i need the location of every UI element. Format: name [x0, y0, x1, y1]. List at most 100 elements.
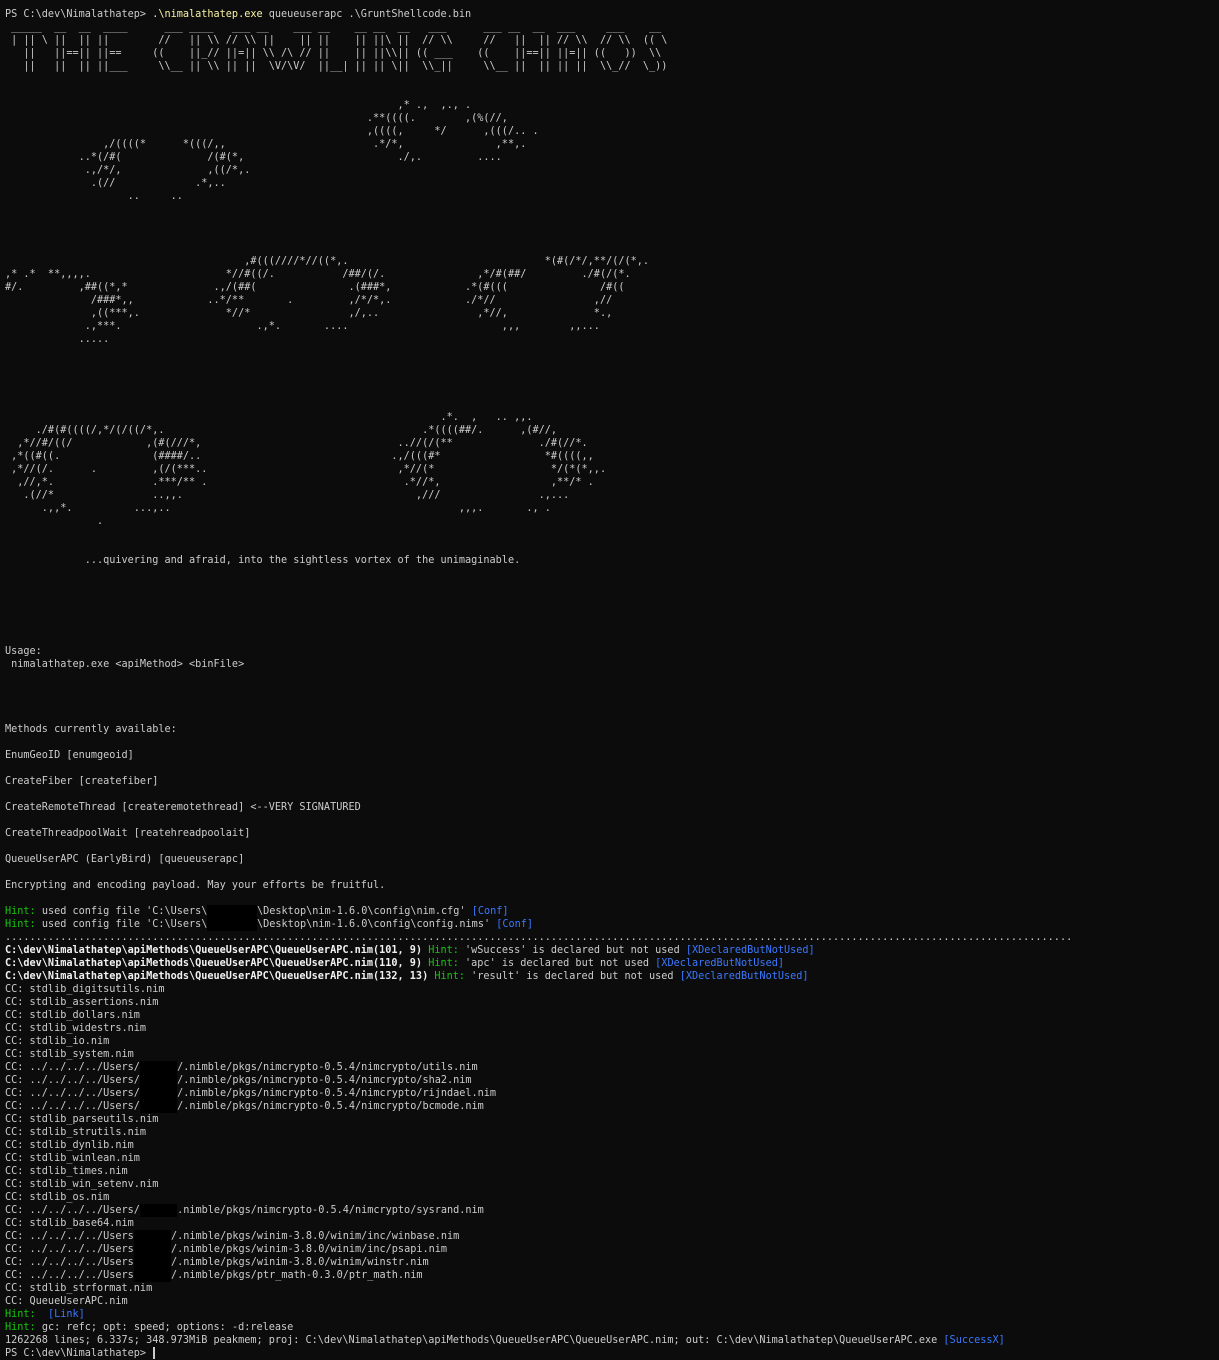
cc-text: CC: stdlib_winlean.nim — [5, 1153, 140, 1164]
cc-path: /.nimble/pkgs/winim-3.8.0/winim/winstr.n… — [171, 1257, 429, 1268]
cc-text: CC: QueueUserAPC.nim — [5, 1296, 128, 1307]
banner-line: || || || ||___ \\__ || \\ || || \V/\V/ |… — [5, 61, 668, 72]
redacted-username — [133, 1230, 171, 1243]
cc-text: CC: stdlib_strutils.nim — [5, 1127, 147, 1138]
art-line: ,/((((* *(((/,, .*/*, ,**,. — [5, 139, 527, 150]
cc-line: CC: stdlib_os.nim — [5, 1191, 1219, 1204]
final-prompt-line[interactable]: PS C:\dev\Nimalathatep> — [5, 1347, 1219, 1360]
cc-line: CC: ../../../../Users /.nimble/pkgs/winim… — [5, 1243, 1219, 1256]
art-line: ,* ., ,., . — [5, 100, 472, 111]
art-line: ,*//(/. . ,(/(***.. ,*//(* */(*(*,,. — [5, 464, 607, 475]
hint-label: Hint: — [5, 1309, 42, 1320]
art-line: ,* .* **,,,,. *//#((/. /##/(/. ,*/#(##/ … — [5, 269, 631, 280]
art-line: ,((***,. *//* ,/,.. ,*//, *., — [5, 308, 613, 319]
config-path-end: \Desktop\nim-1.6.0\config\config.nims' — [257, 919, 497, 930]
art-line: .*. , .. ,,. — [5, 412, 533, 423]
art-line: . — [5, 516, 104, 527]
cc-line: CC: ../../../../Users /.nimble/pkgs/winim… — [5, 1230, 1219, 1243]
art-line: ./#(#((((/,*/(/((/*,. .*((((##/. ,(#//, — [5, 425, 558, 436]
warning-tag: [XDeclaredButNotUsed] — [655, 958, 784, 969]
cc-text: CC: stdlib_times.nim — [5, 1166, 128, 1177]
art-line: .,/*/, ,((/*,. — [5, 165, 251, 176]
final-prompt: PS C:\dev\Nimalathatep> — [5, 1348, 153, 1359]
cc-line: CC: stdlib_dollars.nim — [5, 1009, 1219, 1022]
usage-title: Usage: — [5, 646, 42, 657]
art-line: ..... — [5, 334, 110, 345]
cc-line: CC: stdlib_win_setenv.nim — [5, 1178, 1219, 1191]
config-hint-line: Hint: used config file 'C:\Users\ \Deskto… — [5, 918, 1219, 931]
cc-text: CC: stdlib_dollars.nim — [5, 1010, 140, 1021]
warning-line: C:\dev\Nimalathatep\apiMethods\QueueUser… — [5, 944, 1219, 957]
cc-path: /.nimble/pkgs/nimcrypto-0.5.4/nimcrypto/… — [177, 1062, 478, 1073]
cc-text: CC: ../../../../Users — [5, 1231, 134, 1242]
cc-path: .nimble/pkgs/nimcrypto-0.5.4/nimcrypto/s… — [177, 1205, 484, 1216]
cc-line: CC: stdlib_winlean.nim — [5, 1152, 1219, 1165]
config-path-start: used config file 'C:\Users\ — [41, 906, 208, 917]
cc-line: CC: stdlib_io.nim — [5, 1035, 1219, 1048]
banner-line: _____ __ __ ____ ___ ____ ___ __ ___ __ … — [5, 22, 668, 33]
config-path-end: \Desktop\nim-1.6.0\config\nim.cfg' — [257, 906, 472, 917]
cc-path: /.nimble/pkgs/winim-3.8.0/winim/inc/winb… — [171, 1231, 460, 1242]
hint-label: Hint: — [5, 919, 42, 930]
cc-line: CC: stdlib_dynlib.nim — [5, 1139, 1219, 1152]
prompt: PS C:\dev\Nimalathatep> — [5, 9, 153, 20]
warning-line: C:\dev\Nimalathatep\apiMethods\QueueUser… — [5, 970, 1219, 983]
cc-line: CC: stdlib_base64.nim — [5, 1217, 1219, 1230]
summary-text: 1262268 lines; 6.337s; 348.973MiB peakme… — [5, 1335, 944, 1346]
art-line: .(//* ..,,. ,/// .,... — [5, 490, 570, 501]
warning-line: C:\dev\Nimalathatep\apiMethods\QueueUser… — [5, 957, 1219, 970]
cc-path: /.nimble/pkgs/nimcrypto-0.5.4/nimcrypto/… — [177, 1088, 497, 1099]
banner-line: || ||==|| ||== (( ||_// ||=|| \\ /\ // |… — [5, 48, 668, 59]
cc-line: CC: ../../../../Users/ /.nimble/pkgs/nimc… — [5, 1087, 1219, 1100]
cc-line: CC: stdlib_assertions.nim — [5, 996, 1219, 1009]
cc-line: CC: stdlib_strformat.nim — [5, 1282, 1219, 1295]
cc-text: CC: ../../../../Users — [5, 1257, 134, 1268]
cc-line: CC: stdlib_strutils.nim — [5, 1126, 1219, 1139]
cc-path: /.nimble/pkgs/nimcrypto-0.5.4/nimcrypto/… — [177, 1075, 472, 1086]
gc-hint: Hint: gc: refc; opt: speed; options: -d:… — [5, 1321, 1219, 1334]
cc-line: CC: ../../../../Users/ /.nimble/pkgs/nimc… — [5, 1100, 1219, 1113]
cc-text: CC: stdlib_widestrs.nim — [5, 1023, 147, 1034]
conf-tag: [Conf] — [496, 919, 534, 930]
redacted-username — [207, 918, 258, 931]
method-item: CreateFiber [createfiber] — [5, 776, 159, 787]
art-line: /###*,, ..*/** . ,/*/*,. ./*// ,// — [5, 295, 613, 306]
cc-line: CC: ../../../../Users/ /.nimble/pkgs/nimc… — [5, 1061, 1219, 1074]
warning-location: C:\dev\Nimalathatep\apiMethods\QueueUser… — [5, 971, 435, 982]
cc-text: CC: stdlib_assertions.nim — [5, 997, 159, 1008]
art-line: .**((((. ,(%(//, — [5, 113, 508, 124]
cc-text: CC: stdlib_digitsutils.nim — [5, 984, 165, 995]
cc-path: /.nimble/pkgs/ptr_math-0.3.0/ptr_math.ni… — [171, 1270, 423, 1281]
cc-text: CC: stdlib_system.nim — [5, 1049, 134, 1060]
redacted-username — [133, 1269, 171, 1282]
cc-text: CC: stdlib_dynlib.nim — [5, 1140, 134, 1151]
tagline: ...quivering and afraid, into the sightl… — [5, 555, 521, 566]
cc-line: CC: stdlib_widestrs.nim — [5, 1022, 1219, 1035]
warning-location: C:\dev\Nimalathatep\apiMethods\QueueUser… — [5, 958, 429, 969]
art-line: .,,*. ...,.. ,,,. ., . — [5, 503, 551, 514]
cc-line: CC: ../../../../Users /.nimble/pkgs/winim… — [5, 1256, 1219, 1269]
terminal-window[interactable]: PS C:\dev\Nimalathatep> .\nimalathatep.e… — [0, 0, 1219, 1359]
encrypt-message: Encrypting and encoding payload. May you… — [5, 880, 386, 891]
redacted-username — [207, 905, 258, 918]
link-tag: [Link] — [41, 1309, 85, 1320]
art-line: ,//,*. .***/** . .*//*, ,**/* . — [5, 477, 594, 488]
command-args: queueuserapc .\GruntShellcode.bin — [262, 9, 472, 20]
methods-list: EnumGeoID [enumgeoid] CreateFiber [create… — [5, 749, 1219, 879]
build-summary: 1262268 lines; 6.337s; 348.973MiB peakme… — [5, 1334, 1219, 1347]
redacted-username — [139, 1061, 178, 1074]
cc-line: CC: stdlib_system.nim — [5, 1048, 1219, 1061]
text-cursor — [153, 1347, 156, 1359]
compiler-warnings: C:\dev\Nimalathatep\apiMethods\QueueUser… — [5, 944, 1219, 983]
cc-text: CC: ../../../../Users — [5, 1270, 134, 1281]
command-exe: .\nimalathatep.exe — [152, 9, 263, 20]
cc-text: CC: ../../../../Users/ — [5, 1088, 140, 1099]
cc-output: CC: stdlib_digitsutils.nim CC: stdlib_ass… — [5, 983, 1219, 1308]
cc-line: CC: stdlib_digitsutils.nim — [5, 983, 1219, 996]
cc-path: /.nimble/pkgs/nimcrypto-0.5.4/nimcrypto/… — [177, 1101, 484, 1112]
cc-line: CC: ../../../../Users/ /.nimble/pkgs/nimc… — [5, 1074, 1219, 1087]
warning-tag: [XDeclaredButNotUsed] — [679, 971, 809, 982]
cc-text: CC: ../../../../Users/ — [5, 1101, 140, 1112]
redacted-username — [133, 1243, 171, 1256]
redacted-username — [139, 1074, 178, 1087]
